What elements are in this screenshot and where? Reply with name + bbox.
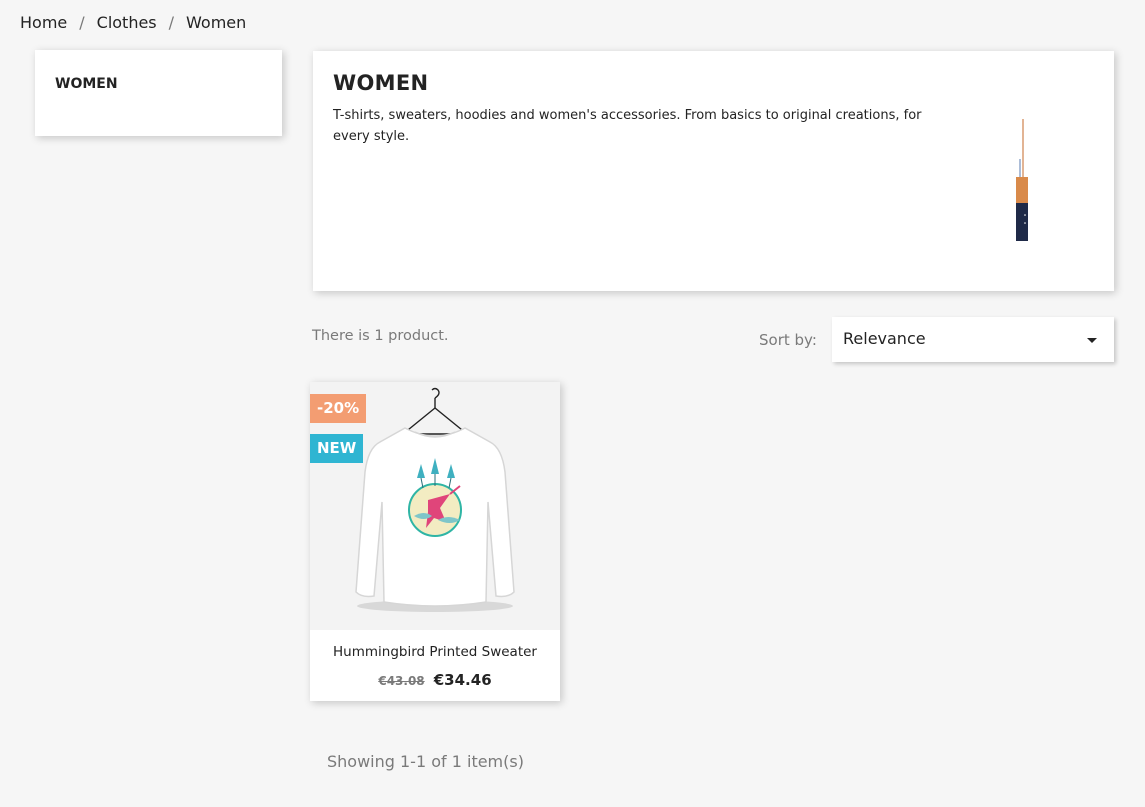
page-title: WOMEN: [333, 71, 429, 95]
price-row: €43.08 €34.46: [310, 670, 560, 689]
category-image: [1016, 119, 1028, 241]
regular-price: €43.08: [378, 674, 425, 688]
breadcrumb: Home / Clothes / Women: [20, 13, 246, 32]
product-count: There is 1 product.: [312, 328, 449, 344]
new-flag: NEW: [310, 434, 364, 463]
caret-down-icon: [1087, 338, 1097, 343]
sidebar-category-title[interactable]: WOMEN: [55, 76, 118, 92]
breadcrumb-separator: /: [79, 13, 85, 32]
sort-label: Sort by:: [759, 331, 817, 349]
product-name-link[interactable]: Hummingbird Printed Sweater: [310, 644, 560, 660]
breadcrumb-women[interactable]: Women: [186, 13, 246, 32]
breadcrumb-separator: /: [168, 13, 175, 32]
category-sidebar: WOMEN: [35, 50, 282, 136]
breadcrumb-clothes[interactable]: Clothes: [97, 13, 157, 32]
product-image[interactable]: -20% NEW: [310, 382, 560, 630]
category-description: T-shirts, sweaters, hoodies and women's …: [333, 108, 922, 144]
product-card[interactable]: -20% NEW Hummingbird Printed Sweater €43…: [310, 382, 560, 701]
sort-dropdown[interactable]: Relevance: [832, 317, 1114, 362]
sort-selected-value: Relevance: [843, 329, 926, 348]
breadcrumb-home[interactable]: Home: [20, 13, 67, 32]
discount-flag: -20%: [310, 394, 367, 423]
category-header: WOMEN T-shirts, sweaters, hoodies and wo…: [313, 51, 1114, 291]
pagination-summary: Showing 1-1 of 1 item(s): [327, 752, 524, 771]
sale-price: €34.46: [433, 671, 492, 689]
